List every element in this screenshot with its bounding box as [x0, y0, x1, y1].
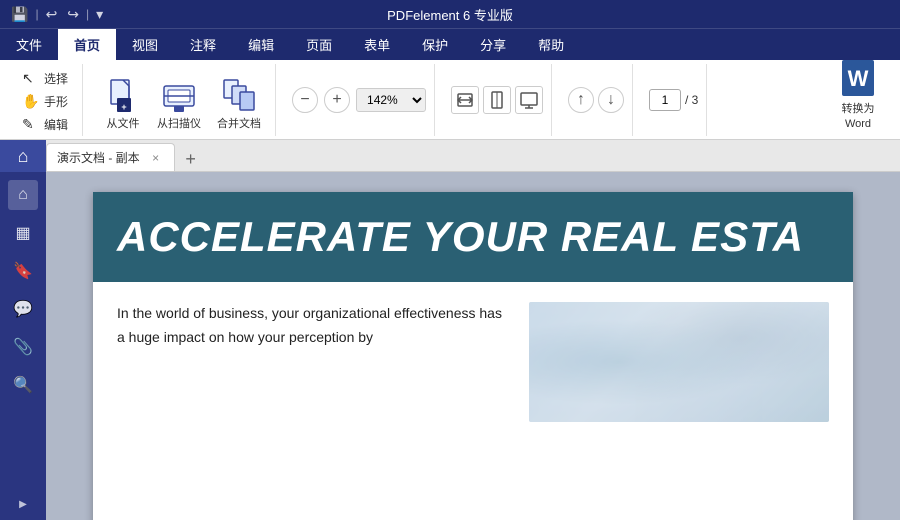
convert-label-line2: Word [845, 118, 871, 130]
edit-tool-button[interactable]: ✎ 编辑 [16, 114, 74, 135]
tab-close-button[interactable]: × [148, 150, 164, 166]
fit-page-button[interactable] [483, 86, 511, 114]
sidebar-item-search[interactable]: 🔍 [8, 370, 38, 400]
ribbon-select-group: ↖ 选择 ✋ 手形 ✎ 编辑 [8, 64, 83, 136]
pdf-body-text: In the world of business, your organizat… [117, 302, 509, 350]
svg-text:W: W [848, 66, 869, 91]
sidebar-item-attachments[interactable]: 📎 [8, 332, 38, 362]
hand-icon: ✋ [22, 93, 40, 110]
main-area: ⌂ ▦ 🔖 💬 📎 🔍 ▶ ACCELERATE YOUR REAL ESTA … [0, 172, 900, 520]
select-tool-button[interactable]: ↖ 选择 [16, 68, 74, 89]
page-down-button[interactable]: ↓ [598, 87, 624, 113]
menu-form[interactable]: 表单 [348, 29, 406, 60]
hand-tool-button[interactable]: ✋ 手形 [16, 91, 74, 112]
from-scanner-button[interactable]: 从扫描仪 [151, 68, 207, 136]
zoom-out-button[interactable]: − [292, 87, 318, 113]
menu-protect[interactable]: 保护 [406, 29, 464, 60]
menu-edit[interactable]: 编辑 [232, 29, 290, 60]
from-file-icon: + [105, 76, 141, 116]
merge-icon [221, 76, 257, 116]
sidebar-item-thumbnails[interactable]: ▦ [8, 218, 38, 248]
select-label: 选择 [44, 70, 68, 87]
fit-width-button[interactable] [451, 86, 479, 114]
menu-share[interactable]: 分享 [464, 29, 522, 60]
pdf-text-column: In the world of business, your organizat… [117, 302, 509, 422]
from-scanner-label: 从扫描仪 [157, 118, 201, 131]
from-file-label: 从文件 [107, 118, 140, 131]
zoom-group: − + 142% 50% 75% 100% 125% 150% 200% [284, 64, 435, 136]
save-button[interactable]: 💾 [8, 5, 31, 24]
page-number-input[interactable] [649, 89, 681, 111]
sidebar-item-home[interactable]: ⌂ [8, 180, 38, 210]
add-tab-button[interactable]: + [179, 147, 203, 171]
menu-file[interactable]: 文件 [0, 29, 58, 60]
content-area: ACCELERATE YOUR REAL ESTA In the world o… [46, 172, 900, 520]
convert-group: W 转换为 Word [824, 64, 892, 136]
sidebar-expand-button[interactable]: ▶ [15, 496, 31, 512]
map-overlay [529, 302, 829, 422]
ribbon-create-group: + 从文件 从扫描仪 [91, 64, 276, 136]
menu-bar: 文件 首页 视图 注释 编辑 页面 表单 保护 分享 帮助 [0, 28, 900, 60]
page-nav-group [443, 64, 552, 136]
sidebar-item-comments[interactable]: 💬 [8, 294, 38, 324]
merge-label: 合并文档 [217, 118, 261, 131]
undo-button[interactable]: ↩ [43, 5, 61, 24]
menu-page[interactable]: 页面 [290, 29, 348, 60]
doc-tab-label: 演示文档 - 副本 [57, 149, 140, 166]
hand-label: 手形 [44, 93, 68, 110]
page-separator: / 3 [685, 93, 698, 107]
convert-to-word-button[interactable]: W 转换为 Word [832, 66, 884, 134]
pdf-body: In the world of business, your organizat… [93, 282, 853, 442]
menu-comment[interactable]: 注释 [174, 29, 232, 60]
pdf-header-text: ACCELERATE YOUR REAL ESTA [117, 213, 804, 261]
zoom-in-button[interactable]: + [324, 87, 350, 113]
ribbon: ↖ 选择 ✋ 手形 ✎ 编辑 + 从文件 [0, 60, 900, 140]
convert-label-line1: 转换为 [842, 100, 875, 116]
home-tab-icon[interactable]: ⌂ [0, 140, 46, 172]
doc-tab[interactable]: 演示文档 - 副本 × [46, 143, 175, 171]
presentation-button[interactable] [515, 86, 543, 114]
app-title: PDFelement 6 专业版 [387, 5, 513, 24]
zoom-select[interactable]: 142% 50% 75% 100% 125% 150% 200% [356, 88, 426, 112]
page-input-group: / 3 [641, 64, 707, 136]
sidebar-item-bookmarks[interactable]: 🔖 [8, 256, 38, 286]
menu-help[interactable]: 帮助 [522, 29, 580, 60]
tab-bar-container: ⌂ 演示文档 - 副本 × + [0, 140, 900, 172]
word-icon: W [840, 58, 876, 98]
page-up-button[interactable]: ↑ [568, 87, 594, 113]
title-bar-left: 💾 | ↩ ↪ | ▾ [8, 5, 106, 24]
customize-button[interactable]: ▾ [93, 5, 106, 24]
select-icon: ↖ [22, 70, 40, 87]
redo-button[interactable]: ↪ [64, 5, 82, 24]
edit-icon: ✎ [22, 116, 40, 133]
from-scanner-icon [161, 76, 197, 116]
merge-button[interactable]: 合并文档 [211, 68, 267, 136]
tab-bar: ⌂ 演示文档 - 副本 × + [0, 140, 900, 172]
title-bar: 💾 | ↩ ↪ | ▾ PDFelement 6 专业版 [0, 0, 900, 28]
from-file-button[interactable]: + 从文件 [99, 68, 147, 136]
home-icon: ⌂ [18, 146, 29, 167]
page-updown-group: ↑ ↓ [560, 64, 633, 136]
menu-view[interactable]: 视图 [116, 29, 174, 60]
svg-text:+: + [121, 102, 126, 112]
pdf-header-banner: ACCELERATE YOUR REAL ESTA [93, 192, 853, 282]
select-tools: ↖ 选择 ✋ 手形 ✎ 编辑 [16, 68, 74, 136]
pdf-page: ACCELERATE YOUR REAL ESTA In the world o… [93, 192, 853, 520]
left-sidebar: ⌂ ▦ 🔖 💬 📎 🔍 ▶ [0, 172, 46, 520]
pdf-map-image [529, 302, 829, 422]
menu-home[interactable]: 首页 [58, 29, 116, 60]
edit-label: 编辑 [44, 116, 68, 133]
